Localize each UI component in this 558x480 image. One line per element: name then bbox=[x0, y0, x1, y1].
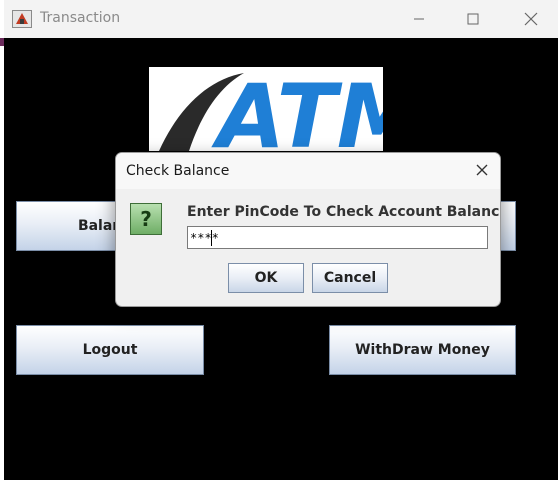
ok-button-label: OK bbox=[254, 270, 278, 286]
maximize-button[interactable] bbox=[450, 0, 496, 38]
dialog-close-button[interactable] bbox=[474, 162, 490, 178]
minimize-icon bbox=[414, 18, 424, 20]
dialog-title: Check Balance bbox=[126, 163, 230, 179]
minimize-button[interactable] bbox=[396, 0, 442, 38]
close-icon bbox=[476, 164, 488, 176]
dialog-message: Enter PinCode To Check Account Balance bbox=[187, 204, 501, 220]
maximize-icon bbox=[467, 13, 479, 25]
withdraw-money-button[interactable]: WithDraw Money bbox=[329, 325, 516, 375]
java-app-icon bbox=[12, 10, 32, 28]
window-titlebar[interactable]: Transaction bbox=[4, 0, 558, 38]
cancel-button[interactable]: Cancel bbox=[312, 263, 388, 293]
dialog-titlebar[interactable]: Check Balance bbox=[116, 153, 500, 189]
question-icon: ? bbox=[130, 203, 162, 235]
withdraw-money-button-label: WithDraw Money bbox=[355, 342, 490, 358]
atm-logo-graphic: ATM bbox=[159, 67, 383, 151]
window-title: Transaction bbox=[40, 10, 121, 26]
close-button[interactable] bbox=[508, 0, 554, 38]
text-caret bbox=[211, 230, 212, 246]
close-icon bbox=[524, 12, 538, 26]
pincode-field[interactable] bbox=[187, 226, 488, 249]
cancel-button-label: Cancel bbox=[323, 270, 377, 286]
logout-button[interactable]: Logout bbox=[16, 325, 204, 375]
atm-logo-text: ATM bbox=[211, 67, 383, 151]
check-balance-dialog: Check Balance ? Enter PinCode To Check A… bbox=[115, 152, 501, 307]
atm-logo: ATM bbox=[149, 67, 383, 151]
ok-button[interactable]: OK bbox=[228, 263, 304, 293]
logout-button-label: Logout bbox=[82, 342, 138, 358]
